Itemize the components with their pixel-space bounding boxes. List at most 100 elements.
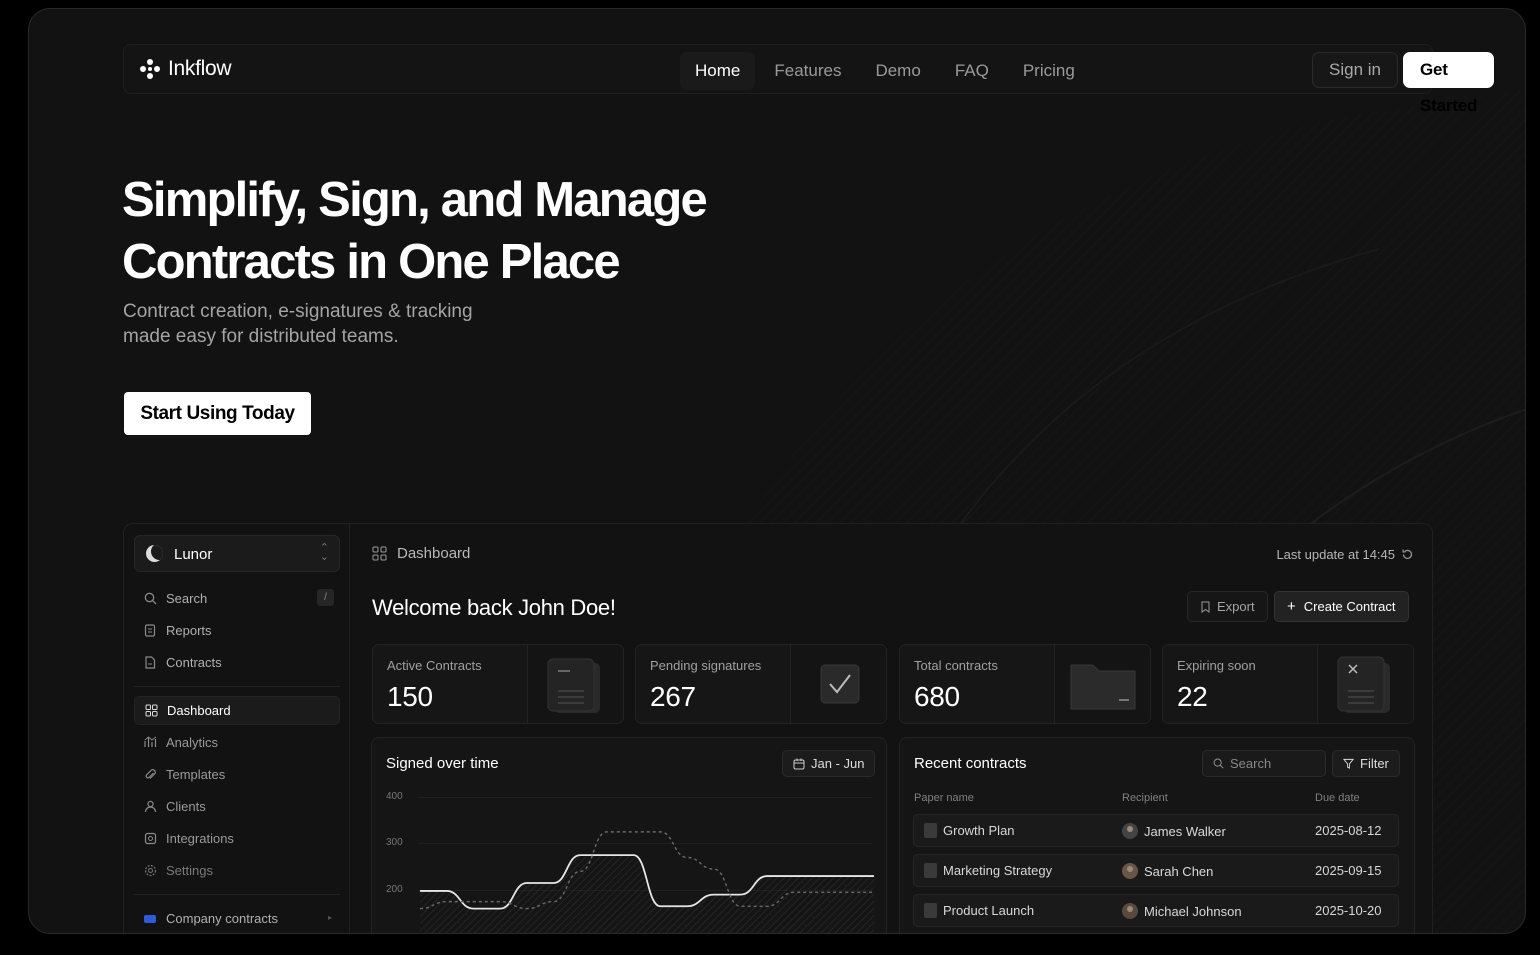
user-icon [143, 800, 157, 814]
grid-icon [144, 704, 158, 718]
paper-name-cell: Product Launch [924, 903, 1034, 918]
last-update-text: Last update at 14:45 [1276, 547, 1395, 562]
sidebar-item-label: Dashboard [167, 703, 231, 718]
nav-link-features[interactable]: Features [759, 52, 856, 90]
chevron-right-icon: ▸ [327, 913, 332, 922]
plus-icon: + [1287, 598, 1296, 615]
bookmark-icon [1201, 601, 1210, 613]
column-header: Due date [1315, 792, 1360, 804]
sidebar-item-settings[interactable]: Settings [134, 856, 340, 885]
brand-name: Inkflow [168, 57, 232, 80]
sidebar-item-label: Reports [166, 623, 212, 638]
workspace-switcher[interactable]: Lunor ⌃ ⌄ [134, 535, 340, 572]
recent-contracts-card: Recent contracts Search Filter Paper nam… [899, 737, 1415, 933]
sidebar-item-label: Settings [166, 863, 213, 878]
table-row[interactable]: Marketing Strategy Sarah Chen 2025-09-15 [913, 854, 1399, 887]
paper-name-cell: Growth Plan [924, 823, 1015, 838]
stat-label: Total contracts [914, 658, 998, 673]
line-chart [419, 831, 874, 933]
folder-icon [143, 912, 157, 926]
sidebar-divider [134, 894, 340, 895]
start-using-today-button[interactable]: Start Using Today [124, 392, 311, 435]
refresh-icon[interactable] [1401, 548, 1414, 561]
nav-link-pricing[interactable]: Pricing [1008, 52, 1090, 90]
sidebar: Lunor ⌃ ⌄ Search / Reports Contracts Das… [124, 524, 350, 933]
stat-value: 150 [387, 681, 433, 712]
sidebar-item-reports[interactable]: Reports [134, 616, 340, 645]
stat-label: Active Contracts [387, 658, 482, 673]
filter-label: Filter [1360, 756, 1389, 771]
stat-card-active: Active Contracts 150 [372, 644, 624, 724]
dashboard-preview: Lunor ⌃ ⌄ Search / Reports Contracts Das… [123, 523, 1433, 933]
search-input[interactable]: Search [1202, 750, 1326, 777]
reports-icon [143, 624, 157, 638]
due-date-cell: 2025-08-12 [1315, 823, 1382, 838]
hero-subtitle-line-2: made easy for distributed teams. [123, 326, 399, 347]
sidebar-item-search[interactable]: Search / [134, 584, 340, 613]
avatar [1122, 863, 1138, 879]
top-nav: Inkflow Home Features Demo FAQ Pricing S… [123, 44, 1495, 115]
sidebar-divider [134, 686, 340, 687]
recipient-name: James Walker [1144, 823, 1226, 839]
recipient-cell: James Walker [1122, 823, 1226, 839]
hero-subtitle-line-1: Contract creation, e-signatures & tracki… [123, 301, 473, 322]
nav-links: Home Features Demo FAQ Pricing [680, 52, 1090, 90]
paper-name: Growth Plan [943, 823, 1015, 838]
nav-link-faq[interactable]: FAQ [940, 52, 1004, 90]
shortcut-badge: / [317, 589, 334, 606]
sidebar-item-analytics[interactable]: Analytics [134, 728, 340, 757]
signed-over-time-card: Signed over time Jan - Jun 400 300 200 [371, 737, 887, 933]
logo[interactable]: Inkflow [140, 57, 232, 81]
series-area [420, 855, 874, 933]
search-placeholder: Search [1230, 756, 1272, 771]
folder-icon [1054, 645, 1150, 723]
recipient-name: Sarah Chen [1144, 863, 1214, 879]
sidebar-item-company-contracts[interactable]: Company contracts ▸ [134, 904, 340, 933]
create-contract-label: Create Contract [1303, 599, 1396, 614]
breadcrumb: Dashboard [372, 545, 470, 562]
sidebar-item-templates[interactable]: Templates [134, 760, 340, 789]
check-icon [790, 645, 886, 723]
hero-title-line-2: Contracts in One Place [122, 235, 621, 289]
grid-icon [372, 546, 387, 561]
dashboard-main: Dashboard Last update at 14:45 Welcome b… [350, 524, 1432, 933]
file-icon [924, 863, 937, 878]
sidebar-item-integrations[interactable]: Integrations [134, 824, 340, 853]
export-label: Export [1217, 599, 1255, 614]
create-contract-button[interactable]: + Create Contract [1274, 591, 1409, 622]
sidebar-item-label: Search [166, 591, 208, 606]
file-icon [924, 903, 937, 918]
recipient-name: Michael Johnson [1144, 903, 1242, 919]
filter-button[interactable]: Filter [1332, 750, 1400, 777]
nav-link-home[interactable]: Home [680, 52, 756, 90]
paper-name-cell: Marketing Strategy [924, 863, 1052, 878]
filter-icon [1343, 758, 1354, 769]
last-update: Last update at 14:45 [1276, 547, 1414, 562]
table-row[interactable]: Growth Plan James Walker 2025-08-12 [913, 814, 1399, 847]
moon-icon [146, 545, 163, 562]
table-row[interactable]: Product Launch Michael Johnson 2025-10-2… [913, 894, 1399, 927]
breadcrumb-label: Dashboard [397, 545, 471, 562]
stat-label: Pending signatures [650, 658, 762, 673]
sidebar-item-contracts[interactable]: Contracts [134, 648, 340, 677]
file-icon [924, 823, 937, 838]
get-started-button[interactable]: Get Started [1403, 52, 1495, 115]
search-icon [143, 592, 157, 606]
sidebar-item-label: Templates [166, 767, 226, 782]
stat-value: 22 [1177, 681, 1208, 712]
contracts-icon [143, 656, 157, 670]
sidebar-item-label: Integrations [166, 831, 234, 846]
column-header: Recipient [1122, 792, 1168, 804]
sidebar-item-clients[interactable]: Clients [134, 792, 340, 821]
sidebar-item-dashboard[interactable]: Dashboard [134, 696, 340, 725]
nav-link-demo[interactable]: Demo [860, 52, 935, 90]
app-window: Inkflow Home Features Demo FAQ Pricing S… [28, 8, 1526, 934]
paper-name: Marketing Strategy [943, 863, 1053, 878]
export-button[interactable]: Export [1187, 591, 1268, 622]
sidebar-item-label: Company contracts [166, 911, 278, 926]
paper-name: Product Launch [943, 903, 1035, 918]
stat-label: Expiring soon [1177, 658, 1256, 673]
stat-value: 680 [914, 681, 960, 712]
sign-in-button[interactable]: Sign in [1312, 52, 1398, 88]
due-date-cell: 2025-09-15 [1315, 863, 1382, 878]
